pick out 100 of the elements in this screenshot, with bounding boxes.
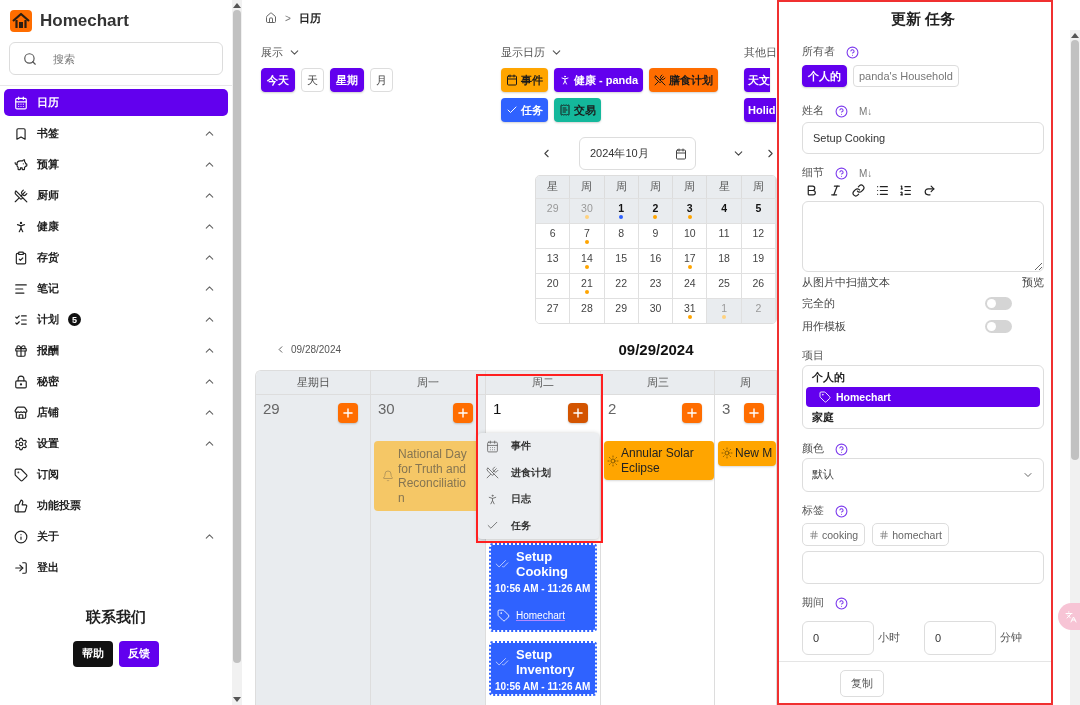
project-option[interactable]: Homechart (806, 387, 1040, 407)
help-icon[interactable] (835, 596, 848, 610)
help-icon[interactable] (846, 45, 859, 59)
caret-up-icon[interactable] (233, 3, 241, 8)
calendar-day[interactable]: 3 (673, 198, 708, 223)
calendar-day[interactable]: 31 (673, 298, 708, 323)
copy-button[interactable]: 复制 (840, 670, 884, 697)
calendar-day[interactable]: 24 (673, 273, 708, 298)
nav-item[interactable]: 设置 (4, 430, 228, 457)
color-select[interactable]: 默认 (802, 458, 1044, 492)
toggle-switch[interactable] (985, 320, 1012, 333)
calendar-day[interactable]: 5 (741, 198, 776, 223)
calendar-day[interactable]: 6 (536, 223, 571, 248)
nav-item[interactable]: 健康 (4, 213, 228, 240)
nav-item[interactable]: 书签 (4, 120, 228, 147)
nav-item[interactable]: 登出 (4, 554, 228, 581)
event-card[interactable]: New M (718, 441, 776, 466)
scan-link[interactable]: 从图片中扫描文本 (802, 275, 890, 290)
owner-option[interactable]: 个人的 (802, 65, 847, 87)
help-icon[interactable] (835, 166, 848, 180)
calendar-chip[interactable]: 交易 (554, 98, 601, 122)
add-button[interactable] (453, 403, 473, 423)
name-input[interactable]: Setup Cooking (802, 122, 1044, 154)
task-card[interactable]: Setup Inventory 10:56 AM - 11:26 AM (489, 641, 597, 696)
calendar-day[interactable]: 9 (638, 223, 674, 248)
duration-input[interactable]: 0 (924, 621, 996, 655)
nav-item[interactable]: 计划 5 (4, 306, 228, 333)
calendar-chip[interactable]: 事件 (501, 68, 548, 92)
nav-item[interactable]: 日历 (4, 89, 228, 116)
duration-input[interactable]: 0 (802, 621, 874, 655)
nav-item[interactable]: 订阅 (4, 461, 228, 488)
menu-item[interactable]: 任务 (478, 512, 599, 539)
caret-up-icon[interactable] (1071, 33, 1079, 38)
tag-input[interactable] (802, 551, 1044, 584)
previous-day-link[interactable]: 09/28/2024 (275, 343, 342, 355)
tag-chip[interactable]: homechart (872, 523, 949, 546)
view-tab[interactable]: 星期 (330, 68, 364, 92)
home-icon[interactable] (265, 12, 277, 24)
nav-item[interactable]: 报酬 (4, 337, 228, 364)
calendar-day[interactable]: 23 (638, 273, 674, 298)
calendar-day[interactable]: 30 (638, 298, 674, 323)
calendar-chip[interactable]: 膳食计划 (649, 68, 719, 92)
help-icon[interactable] (835, 442, 848, 456)
calendar-day[interactable]: 26 (741, 273, 776, 298)
add-button[interactable] (744, 403, 764, 423)
calendar-day[interactable]: 2 (638, 198, 674, 223)
nav-item[interactable]: 关于 (4, 523, 228, 550)
scrollbar-thumb[interactable] (1071, 40, 1079, 460)
help-icon[interactable] (835, 504, 848, 518)
calendar-day[interactable]: 12 (741, 223, 776, 248)
add-button[interactable] (682, 403, 702, 423)
calendar-day[interactable]: 7 (570, 223, 605, 248)
calendar-day[interactable]: 25 (707, 273, 742, 298)
nav-item[interactable]: 存货 (4, 244, 228, 271)
nav-item[interactable]: 店铺 (4, 399, 228, 426)
view-tab[interactable]: 天 (301, 68, 324, 92)
owner-option[interactable]: panda's Household (853, 65, 959, 87)
add-button[interactable] (568, 403, 588, 423)
calendar-day[interactable]: 19 (741, 248, 776, 273)
toggle-switch[interactable] (985, 297, 1012, 310)
nav-item[interactable]: 预算 (4, 151, 228, 178)
nav-item[interactable]: 厨师 (4, 182, 228, 209)
redo-icon[interactable] (922, 184, 936, 197)
nav-item[interactable]: 秘密 (4, 368, 228, 395)
calendar-day[interactable]: 13 (536, 248, 571, 273)
bold-icon[interactable] (805, 184, 818, 197)
calendar-day[interactable]: 27 (536, 298, 571, 323)
calendar-day[interactable]: 21 (570, 273, 605, 298)
help-icon[interactable] (835, 104, 848, 118)
calendar-chip[interactable]: Holid (744, 98, 776, 122)
calendar-day[interactable]: 10 (673, 223, 708, 248)
event-card[interactable]: Annular Solar Eclipse (604, 441, 714, 480)
preview-link[interactable]: 预览 (1022, 275, 1044, 290)
calendar-day[interactable]: 11 (707, 223, 742, 248)
scrollbar-thumb[interactable] (233, 10, 241, 663)
calendar-day[interactable]: 4 (707, 198, 742, 223)
calendar-day[interactable]: 15 (604, 248, 639, 273)
add-button[interactable] (338, 403, 358, 423)
task-card[interactable]: Setup Cooking 10:56 AM - 11:26 AM Homechart (489, 543, 597, 632)
project-link[interactable]: Homechart (516, 610, 565, 621)
calendar-chip[interactable]: 健康 - panda (554, 68, 644, 92)
calendar-day[interactable]: 28 (570, 298, 605, 323)
numbered-list-icon[interactable] (899, 184, 912, 197)
calendar-day[interactable]: 14 (570, 248, 605, 273)
calendar-day[interactable]: 20 (536, 273, 571, 298)
calendar-day[interactable]: 17 (673, 248, 708, 273)
calendar-day[interactable]: 18 (707, 248, 742, 273)
search-field[interactable]: 搜索 (9, 42, 223, 75)
caret-down-icon[interactable] (233, 697, 241, 702)
calendar-day[interactable]: 22 (604, 273, 639, 298)
tag-chip[interactable]: cooking (802, 523, 866, 546)
calendar-day[interactable]: 29 (604, 298, 639, 323)
calendar-day[interactable]: 1 (604, 198, 639, 223)
feedback-button[interactable]: 反馈 (119, 641, 159, 667)
bullet-list-icon[interactable] (875, 184, 889, 197)
help-button[interactable]: 帮助 (73, 641, 113, 667)
calendar-chip[interactable]: 任务 (501, 98, 548, 122)
italic-icon[interactable] (828, 184, 842, 197)
nav-item[interactable]: 笔记 (4, 275, 228, 302)
month-field[interactable]: 2024年10月 (579, 137, 696, 170)
